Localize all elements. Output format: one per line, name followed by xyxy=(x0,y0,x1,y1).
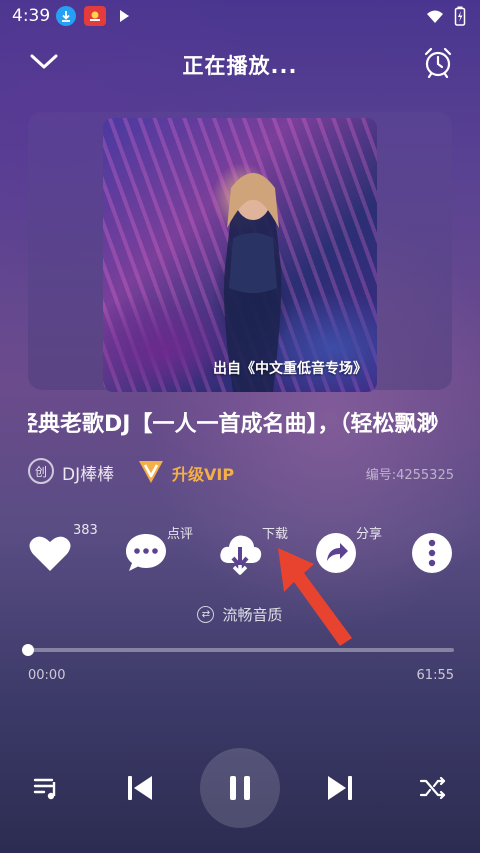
progress-bar[interactable] xyxy=(22,644,454,656)
shuffle-button[interactable] xyxy=(416,772,450,804)
cover-artwork-figure xyxy=(224,173,282,392)
page-title: 正在播放... xyxy=(182,54,298,78)
switch-icon: ⇄ xyxy=(197,605,215,623)
status-bar: 4:39 xyxy=(0,0,480,34)
next-icon xyxy=(328,776,352,800)
upgrade-vip-link[interactable]: 升级VIP xyxy=(172,461,234,485)
progress-thumb[interactable] xyxy=(22,644,34,656)
quality-label: 流畅音质 xyxy=(222,605,283,624)
pause-icon xyxy=(230,776,250,800)
status-time: 4:39 xyxy=(12,6,51,26)
comment-button[interactable] xyxy=(122,530,170,576)
action-bar: 383 点评 下载 分享 xyxy=(0,520,480,584)
download-icon xyxy=(56,6,76,26)
artist-row: 创 DJ棒棒 升级VIP 编号:4255325 xyxy=(28,456,454,488)
song-title: 经典老歌DJ【一人一首成名曲】，（轻松飘渺 xyxy=(28,406,454,440)
heart-icon xyxy=(29,536,71,571)
cover-caption: 出自《中文重低音专场》 xyxy=(213,361,367,377)
play-icon xyxy=(114,6,134,26)
battery-icon xyxy=(454,6,466,30)
comment-label: 点评 xyxy=(167,527,194,542)
status-notification-icons xyxy=(56,6,134,26)
artist-name[interactable]: DJ棒棒 xyxy=(62,460,114,485)
song-title-text: 经典老歌DJ【一人一首成名曲】，（轻松飘渺 xyxy=(28,412,439,437)
download-button[interactable] xyxy=(216,530,264,576)
vip-icon[interactable] xyxy=(136,457,166,485)
sleep-timer-button[interactable] xyxy=(420,44,456,80)
more-vertical-icon xyxy=(412,533,452,573)
like-button[interactable] xyxy=(26,530,74,576)
cloud-download-icon xyxy=(220,535,262,575)
pause-button[interactable] xyxy=(200,748,280,828)
album-cover: 出自《中文重低音专场》 xyxy=(103,118,377,392)
time-elapsed: 00:00 xyxy=(28,668,66,683)
pointer-arrow-icon xyxy=(278,548,352,646)
song-id: 编号:4255325 xyxy=(365,468,454,483)
alarm-clock-icon xyxy=(424,47,452,78)
previous-icon xyxy=(128,776,152,800)
quality-selector[interactable]: ⇄ 流畅音质 xyxy=(0,603,480,625)
playback-controls xyxy=(0,748,480,828)
playlist-icon xyxy=(33,778,56,800)
playlist-button[interactable] xyxy=(30,772,62,804)
shuffle-icon xyxy=(419,776,446,800)
header: 正在播放... xyxy=(0,38,480,88)
more-button[interactable] xyxy=(408,530,456,576)
wifi-icon xyxy=(426,9,444,28)
previous-button[interactable] xyxy=(122,770,158,806)
app-notification-icon xyxy=(84,6,106,26)
creator-badge-icon: 创 xyxy=(28,458,54,484)
next-button[interactable] xyxy=(322,770,358,806)
time-total: 61:55 xyxy=(416,668,454,683)
like-count: 383 xyxy=(73,523,98,538)
comment-icon xyxy=(126,534,166,571)
